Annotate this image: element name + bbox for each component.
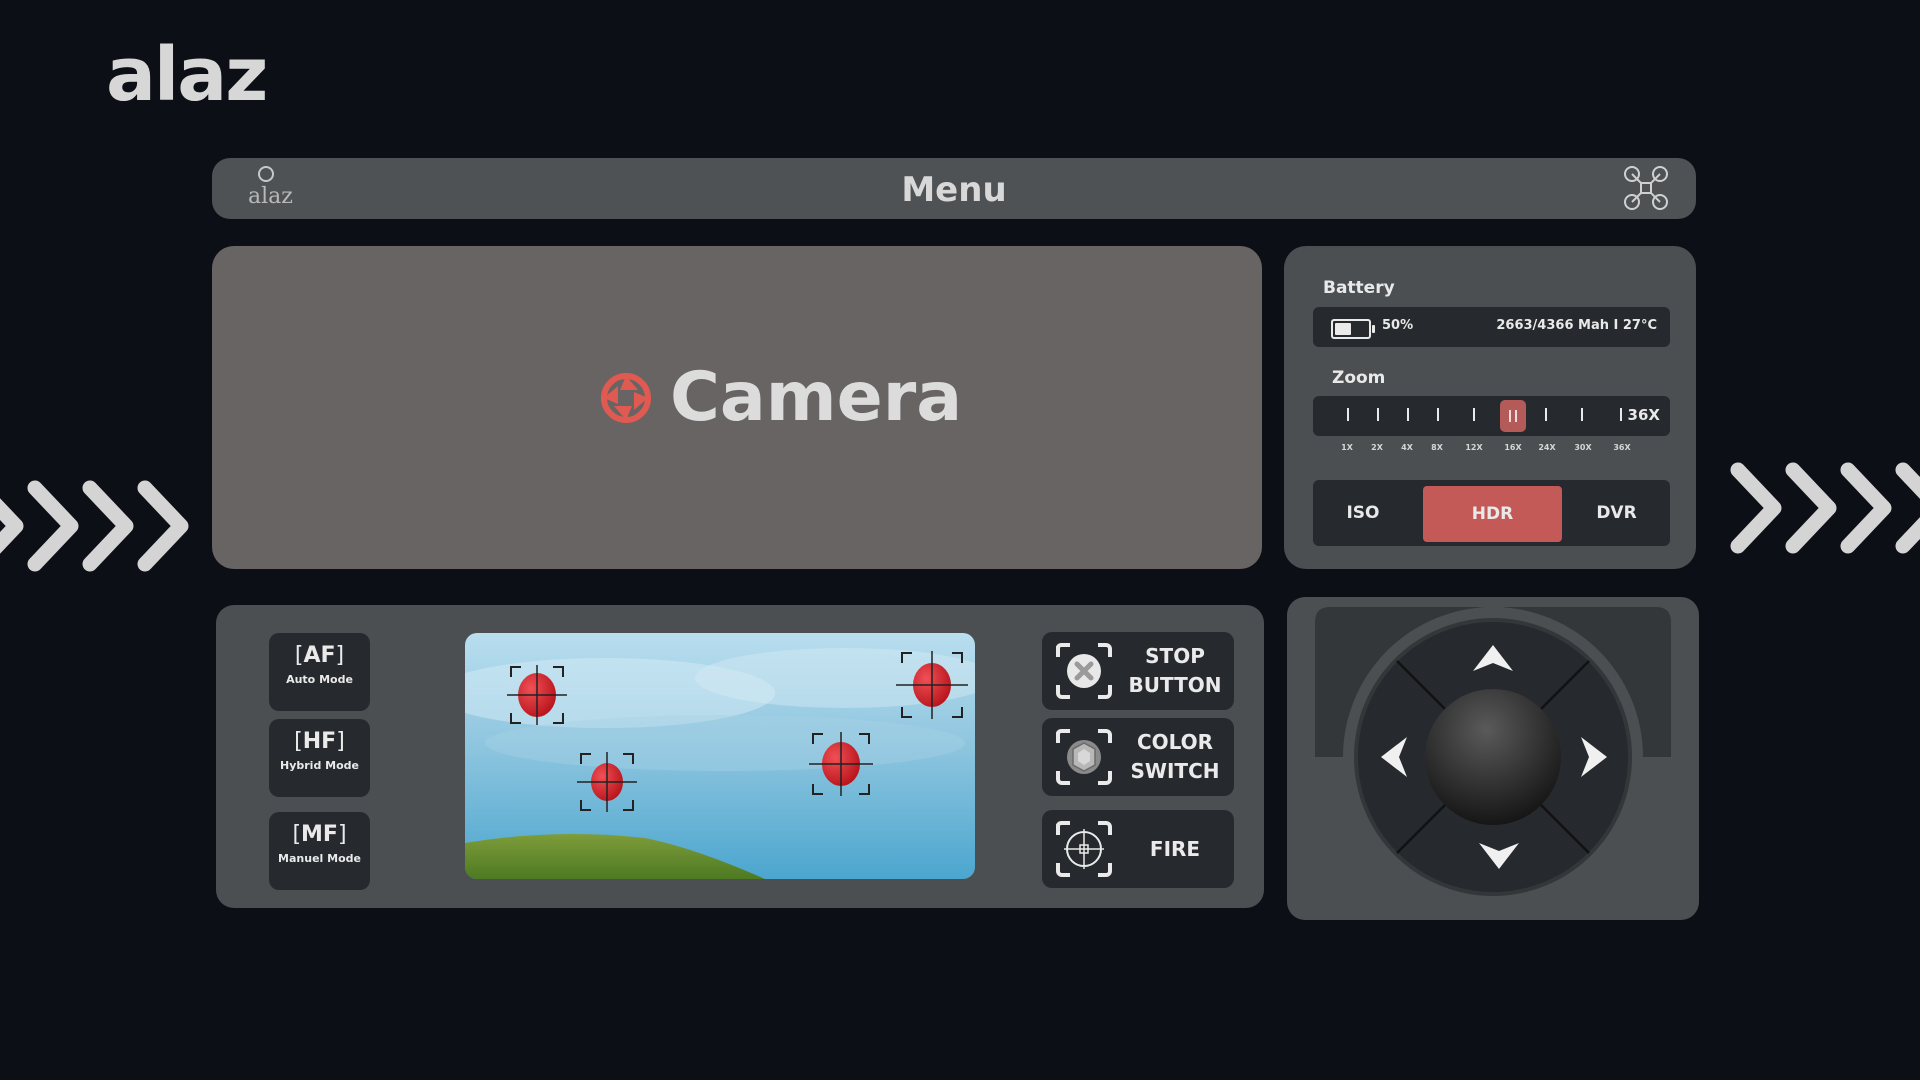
battery-info: 2663/4366 Mah I 27°C: [1496, 318, 1657, 333]
hybrid-mode-label: Hybrid Mode: [280, 759, 359, 772]
zoom-max-label: 36X: [1627, 406, 1660, 424]
zoom-level-label: 8X: [1431, 443, 1443, 452]
manual-mode-button[interactable]: [MF] Manuel Mode: [269, 812, 370, 890]
zoom-slider[interactable]: 36X: [1313, 396, 1670, 436]
right-chevrons-decoration: [1728, 460, 1920, 556]
zoom-level-label: 16X: [1504, 443, 1522, 452]
color-switch-line2: SWITCH: [1130, 759, 1220, 783]
hf-icon: [HF]: [294, 729, 345, 754]
zoom-level-label: 30X: [1574, 443, 1592, 452]
zoom-level-label: 4X: [1401, 443, 1413, 452]
image-mode-selector: ISO HDR DVR: [1313, 480, 1670, 546]
zoom-scale: 1X 2X 4X 8X 12X 16X 24X 30X 36X: [1284, 443, 1696, 457]
zoom-label: Zoom: [1332, 368, 1386, 388]
dvr-button[interactable]: DVR: [1563, 480, 1670, 546]
battery-status: 50% 2663/4366 Mah I 27°C: [1313, 307, 1670, 347]
zoom-handle[interactable]: [1500, 400, 1526, 432]
color-switch-icon: [1056, 728, 1112, 785]
hdr-button[interactable]: HDR: [1423, 486, 1562, 542]
iso-button[interactable]: ISO: [1313, 480, 1413, 546]
drone-icon[interactable]: [1622, 164, 1670, 212]
camera-view[interactable]: [465, 633, 975, 879]
left-chevrons-decoration: [0, 478, 195, 574]
color-switch-button[interactable]: COLOR SWITCH: [1042, 718, 1234, 796]
hybrid-mode-button[interactable]: [HF] Hybrid Mode: [269, 719, 370, 797]
af-icon: [AF]: [294, 643, 345, 668]
dpad-panel: [1287, 597, 1699, 920]
stop-button-line2: BUTTON: [1128, 673, 1222, 697]
manual-mode-label: Manuel Mode: [278, 852, 361, 865]
zoom-level-label: 24X: [1538, 443, 1556, 452]
crosshair-icon: [1056, 820, 1112, 877]
battery-label: Battery: [1323, 278, 1395, 298]
zoom-level-label: 1X: [1341, 443, 1353, 452]
menu-title: Menu: [901, 170, 1007, 210]
fire-button[interactable]: FIRE: [1042, 810, 1234, 888]
stop-button[interactable]: STOP BUTTON: [1042, 632, 1234, 710]
settings-panel: Battery 50% 2663/4366 Mah I 27°C Zoom 36…: [1284, 246, 1696, 569]
aperture-icon: [601, 372, 651, 423]
mf-icon: [MF]: [292, 822, 347, 847]
menu-bar[interactable]: alaz Menu: [212, 158, 1696, 219]
auto-mode-label: Auto Mode: [286, 673, 353, 686]
stop-button-line1: STOP: [1145, 644, 1205, 668]
brand-logo-text: alaz: [106, 32, 268, 118]
stop-x-icon: [1056, 642, 1112, 699]
camera-panel[interactable]: Camera: [212, 246, 1262, 569]
battery-icon: [1331, 319, 1375, 339]
auto-mode-button[interactable]: [AF] Auto Mode: [269, 633, 370, 711]
fire-button-label: FIRE: [1149, 836, 1201, 861]
zoom-level-label: 36X: [1613, 443, 1631, 452]
zoom-level-label: 2X: [1371, 443, 1383, 452]
camera-label: Camera: [670, 358, 963, 437]
color-switch-line1: COLOR: [1136, 730, 1214, 754]
battery-percent: 50%: [1382, 318, 1414, 333]
control-panel: [AF] Auto Mode [HF] Hybrid Mode [MF] Man…: [216, 605, 1264, 908]
zoom-level-label: 12X: [1465, 443, 1483, 452]
